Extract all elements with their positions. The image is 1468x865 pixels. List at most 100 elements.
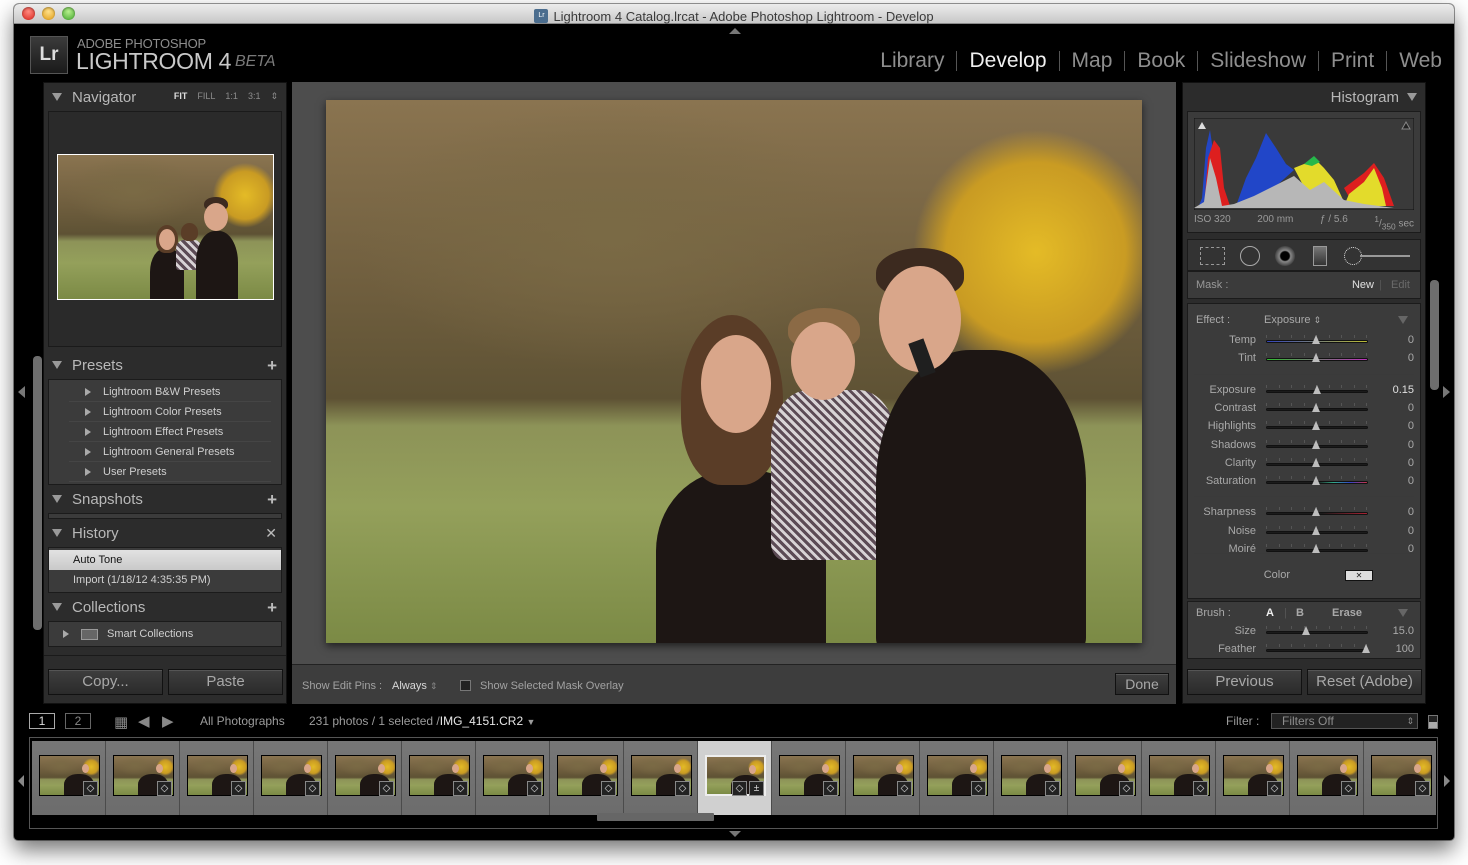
filmstrip-scroll-right-icon[interactable] [1444, 775, 1450, 787]
slider-value[interactable]: 0 [1408, 334, 1414, 346]
module-slideshow[interactable]: Slideshow [1210, 49, 1306, 73]
snapshots-header[interactable]: Snapshots + [44, 485, 286, 513]
effect-panel-collapse-icon[interactable] [1398, 316, 1408, 324]
keyword-badge-icon[interactable]: ◇ [1119, 781, 1134, 796]
filmstrip-thumbnail[interactable]: ◇ [32, 741, 106, 815]
module-web[interactable]: Web [1399, 49, 1442, 73]
keyword-badge-icon[interactable]: ◇ [897, 781, 912, 796]
red-eye-tool-icon[interactable] [1275, 246, 1295, 266]
reset-button[interactable]: Reset (Adobe) [1307, 669, 1422, 695]
preset-folder[interactable]: Lightroom Color Presets [69, 402, 271, 422]
keyword-badge-icon[interactable]: ◇ [1267, 781, 1282, 796]
filmstrip-thumbnail[interactable]: ◇ [1142, 741, 1216, 815]
image-display-area[interactable] [292, 82, 1176, 704]
clear-history-icon[interactable]: ✕ [265, 525, 277, 542]
navigator-zoom-fill[interactable]: FILL [197, 91, 215, 102]
filmstrip-thumbnail[interactable]: ◇ [254, 741, 328, 815]
collections-header[interactable]: Collections + [44, 593, 286, 621]
keyword-badge-icon[interactable]: ◇ [1045, 781, 1060, 796]
filmstrip-thumbnail[interactable]: ◇ [772, 741, 846, 815]
filmstrip-thumbnail[interactable]: ◇ [1364, 741, 1436, 815]
module-print[interactable]: Print [1331, 49, 1374, 73]
history-step[interactable]: Auto Tone [49, 550, 281, 570]
presets-header[interactable]: Presets + [44, 351, 286, 379]
collapse-right-panel-arrow-icon[interactable] [1443, 386, 1450, 398]
slider-track[interactable] [1266, 649, 1368, 652]
slider-value[interactable]: 0 [1408, 457, 1414, 469]
crop-overlay-tool-icon[interactable] [1200, 247, 1225, 265]
slider-thumb[interactable] [1312, 525, 1320, 535]
edit-pins-select[interactable]: Always ⇕ [392, 680, 437, 692]
keyword-badge-icon[interactable]: ◇ [1341, 781, 1356, 796]
filmstrip-thumbnail[interactable]: ◇ [328, 741, 402, 815]
slider-thumb[interactable] [1302, 626, 1310, 635]
filmstrip-thumbnail[interactable]: ◇ [624, 741, 698, 815]
slider-track[interactable] [1266, 631, 1368, 634]
mask-edit-button[interactable]: Edit [1391, 279, 1410, 291]
secondary-window-button[interactable]: 2 [65, 713, 91, 729]
filter-select[interactable]: Filters Off ⇕ [1271, 713, 1418, 729]
navigator-zoom-1-1[interactable]: 1:1 [225, 91, 238, 102]
slider-value[interactable]: 0 [1408, 439, 1414, 451]
keyword-badge-icon[interactable]: ◇ [453, 781, 468, 796]
keyword-badge-icon[interactable]: ◇ [971, 781, 986, 796]
keyword-badge-icon[interactable]: ◇ [305, 781, 320, 796]
keyword-badge-icon[interactable]: ◇ [1415, 781, 1430, 796]
back-arrow-icon[interactable]: ◀ [138, 712, 150, 730]
filmstrip-scrollbar[interactable] [597, 813, 714, 821]
slider-value[interactable]: 0 [1408, 506, 1414, 518]
keyword-badge-icon[interactable]: ◇ [231, 781, 246, 796]
filmstrip-thumbnail[interactable]: ± ◇ [698, 741, 772, 815]
slider-thumb[interactable] [1312, 457, 1320, 467]
main-photo[interactable] [326, 100, 1142, 643]
slider-thumb[interactable] [1312, 476, 1320, 486]
collapse-filmstrip-arrow-icon[interactable] [729, 831, 741, 837]
keyword-badge-icon[interactable]: ◇ [601, 781, 616, 796]
navigator-zoom-3-1[interactable]: 3:1 [248, 91, 261, 102]
close-window-button[interactable] [22, 7, 35, 20]
preset-folder[interactable]: Lightroom Effect Presets [69, 422, 271, 442]
preset-folder[interactable]: Lightroom B&W Presets [69, 382, 271, 402]
brush-a-button[interactable]: A [1266, 607, 1274, 619]
brush-erase-button[interactable]: Erase [1332, 607, 1362, 619]
slider-thumb[interactable] [1312, 421, 1320, 431]
module-develop[interactable]: Develop [969, 49, 1046, 73]
filmstrip-thumbnail[interactable]: ◇ [1068, 741, 1142, 815]
navigator-preview[interactable] [48, 111, 282, 347]
module-map[interactable]: Map [1072, 49, 1113, 73]
forward-arrow-icon[interactable]: ▶ [162, 712, 174, 730]
slider-thumb[interactable] [1312, 335, 1320, 344]
collapse-left-panel-arrow-icon[interactable] [18, 386, 25, 398]
slider-thumb[interactable] [1362, 644, 1370, 653]
module-book[interactable]: Book [1137, 49, 1185, 73]
slider-thumb[interactable] [1312, 402, 1320, 412]
main-window-button[interactable]: 1 [29, 713, 55, 729]
mask-overlay-checkbox[interactable] [460, 680, 471, 691]
keyword-badge-icon[interactable]: ◇ [83, 781, 98, 796]
keyword-badge-icon[interactable]: ◇ [1193, 781, 1208, 796]
slider-thumb[interactable] [1313, 384, 1321, 394]
slider-value[interactable]: 0 [1408, 475, 1414, 487]
filter-lock-toggle[interactable] [1428, 715, 1438, 729]
navigator-zoom-fit[interactable]: FIT [174, 91, 188, 102]
history-header[interactable]: History ✕ [44, 519, 286, 547]
add-snapshot-icon[interactable]: + [267, 490, 277, 510]
filmstrip-thumbnail[interactable]: ◇ [106, 741, 180, 815]
filmstrip-thumbnail[interactable]: ◇ [1290, 741, 1364, 815]
slider-value[interactable]: 0 [1408, 420, 1414, 432]
keyword-badge-icon[interactable]: ◇ [379, 781, 394, 796]
filmstrip-status[interactable]: 231 photos / 1 selected /IMG_4151.CR2 ▼ [309, 714, 535, 728]
filmstrip-source[interactable]: All Photographs [200, 714, 285, 728]
keyword-badge-icon[interactable]: ◇ [157, 781, 172, 796]
grid-view-icon[interactable]: ▦ [114, 713, 128, 731]
right-panel-scrollbar[interactable] [1430, 280, 1439, 390]
brush-b-button[interactable]: B [1296, 607, 1304, 619]
mask-new-button[interactable]: New [1352, 279, 1374, 291]
spot-removal-tool-icon[interactable] [1240, 246, 1260, 266]
slider-value[interactable]: 15.0 [1393, 625, 1414, 637]
brush-panel-collapse-icon[interactable] [1398, 609, 1408, 617]
filmstrip-thumbnail[interactable]: ◇ [476, 741, 550, 815]
slider-thumb[interactable] [1312, 353, 1320, 363]
filmstrip-thumbnail[interactable]: ◇ [920, 741, 994, 815]
history-step[interactable]: Import (1/18/12 4:35:35 PM) [49, 570, 281, 590]
